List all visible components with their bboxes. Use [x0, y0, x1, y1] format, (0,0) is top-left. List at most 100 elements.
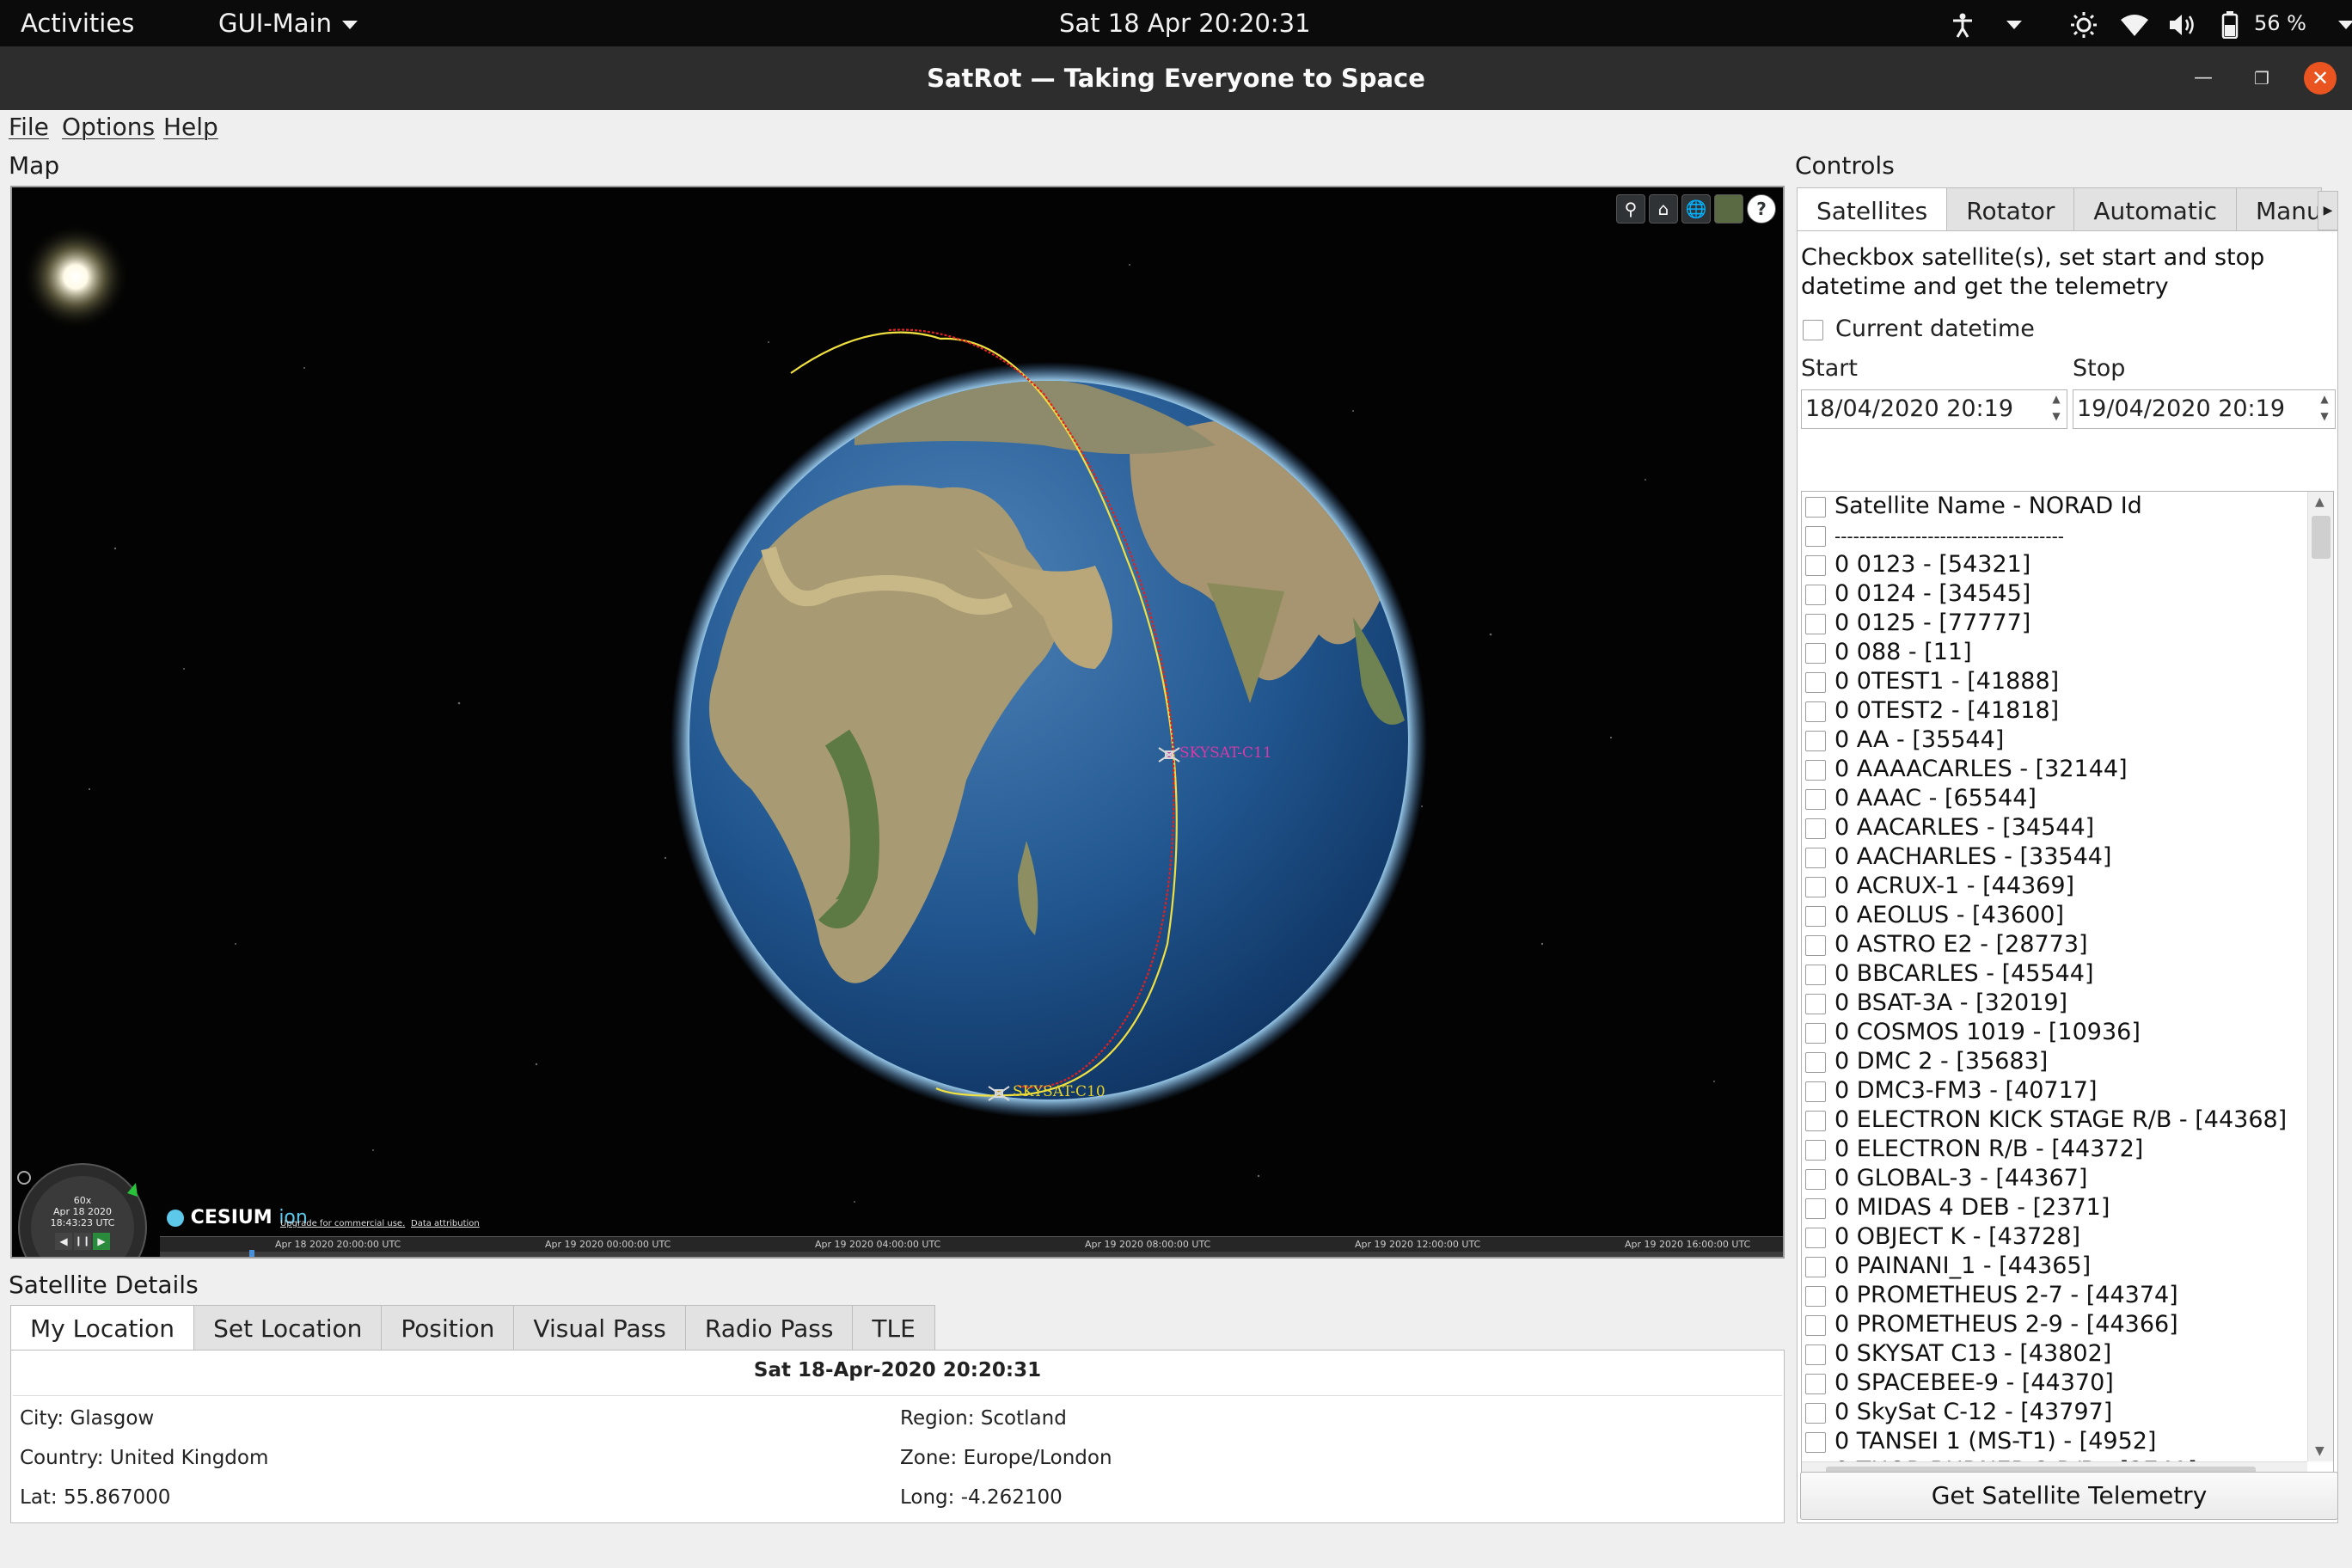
checkbox-box[interactable] — [1805, 905, 1826, 927]
list-item[interactable]: 0 PAINANI_1 - [44365] — [1805, 1252, 2091, 1281]
list-item[interactable]: 0 DMC 2 - [35683] — [1805, 1047, 2048, 1076]
checkbox-box[interactable] — [1805, 1081, 1826, 1102]
activities-button[interactable]: Activities — [21, 0, 134, 46]
get-satellite-telemetry-button[interactable]: Get Satellite Telemetry — [1800, 1472, 2338, 1520]
list-item[interactable]: 0 OBJECT K - [43728] — [1805, 1222, 2080, 1252]
checkbox-box[interactable] — [1805, 1168, 1826, 1190]
menu-file[interactable]: File — [9, 113, 49, 141]
maximize-icon[interactable]: ❐ — [2245, 62, 2278, 95]
checkbox-box[interactable] — [1805, 554, 1826, 576]
checkbox-box[interactable] — [1805, 1344, 1826, 1365]
checkbox-box[interactable] — [1805, 496, 1826, 518]
home-icon[interactable]: ⌂ — [1649, 194, 1678, 224]
checkbox-box[interactable] — [1805, 1402, 1826, 1424]
pause-icon[interactable]: ❙❙ — [74, 1233, 91, 1250]
list-item[interactable]: 0 SKYSAT C13 - [43802] — [1805, 1339, 2111, 1369]
wifi-icon[interactable] — [2120, 0, 2149, 46]
checkbox-box[interactable] — [1805, 584, 1826, 605]
checkbox-box[interactable] — [1805, 788, 1826, 810]
checkbox-box[interactable] — [1805, 847, 1826, 868]
checkbox-box[interactable] — [1805, 671, 1826, 693]
globe-scene[interactable] — [12, 187, 1785, 1259]
timeline-needle[interactable] — [249, 1250, 254, 1257]
spinner-arrows-icon[interactable]: ▲ ▼ — [2046, 390, 2067, 428]
checkbox-box[interactable] — [1805, 1110, 1826, 1131]
list-item[interactable]: 0 DMC3-FM3 - [40717] — [1805, 1076, 2098, 1106]
checkbox-box[interactable] — [1805, 818, 1826, 839]
list-item[interactable]: 0 COSMOS 1019 - [10936] — [1805, 1018, 2141, 1047]
checkbox-box[interactable] — [1805, 1431, 1826, 1453]
list-item[interactable]: 0 ACRUX-1 - [44369] — [1805, 872, 2074, 901]
checkbox-box[interactable] — [1805, 1051, 1826, 1073]
tab-rotator[interactable]: Rotator — [1946, 187, 2075, 234]
tab-set-location[interactable]: Set Location — [193, 1305, 383, 1351]
list-item[interactable]: 0 AEOLUS - [43600] — [1805, 901, 2064, 930]
checkbox-box[interactable] — [1805, 1197, 1826, 1219]
animation-widget[interactable]: 60x Apr 18 2020 18:43:23 UTC ◀ ❙❙ ▶ — [17, 1162, 148, 1257]
scroll-up-icon[interactable]: ▲ — [2315, 495, 2324, 509]
list-item[interactable]: 0 0125 - [77777] — [1805, 609, 2030, 638]
upgrade-link[interactable]: Upgrade for commercial use. — [280, 1219, 405, 1228]
checkbox-box[interactable] — [1805, 1139, 1826, 1161]
satellite-list[interactable]: Satellite Name - NORAD Id --------------… — [1801, 491, 2334, 1491]
minimize-icon[interactable]: — — [2187, 62, 2220, 95]
list-item[interactable]: 0 PROMETHEUS 2-9 - [44366] — [1805, 1310, 2178, 1339]
list-item[interactable]: 0 TANSEI 1 (MS-T1) - [4952] — [1805, 1427, 2156, 1456]
spinner-arrows-icon[interactable]: ▲ ▼ — [2314, 390, 2335, 428]
list-item[interactable]: 0 AACARLES - [34544] — [1805, 813, 2094, 842]
list-item[interactable]: 0 BSAT-3A - [32019] — [1805, 989, 2067, 1018]
checkbox-box[interactable] — [1805, 964, 1826, 985]
menu-help[interactable]: Help — [163, 113, 218, 141]
list-item[interactable]: 0 0123 - [54321] — [1805, 550, 2030, 579]
list-item[interactable]: 0 SkySat C-12 - [43797] — [1805, 1398, 2112, 1427]
rewind-icon[interactable]: ◀ — [55, 1233, 72, 1250]
list-item[interactable]: 0 088 - [11] — [1805, 638, 1972, 667]
checkbox-box[interactable] — [1805, 1314, 1826, 1336]
list-item[interactable]: 0 ELECTRON KICK STAGE R/B - [44368] — [1805, 1106, 2287, 1135]
list-item[interactable]: 0 0TEST2 - [41818] — [1805, 696, 2059, 726]
tab-satellites[interactable]: Satellites — [1797, 187, 1948, 234]
globe-icon[interactable]: 🌐 — [1681, 194, 1711, 224]
checkbox-box[interactable] — [1803, 319, 1823, 340]
imagery-icon[interactable] — [1714, 194, 1743, 224]
tab-automatic[interactable]: Automatic — [2073, 187, 2237, 234]
list-item[interactable]: 0 0TEST1 - [41888] — [1805, 667, 2059, 696]
system-menu-chevron-icon[interactable] — [2328, 0, 2352, 46]
list-item[interactable]: 0 SPACEBEE-9 - [44370] — [1805, 1369, 2114, 1398]
list-header[interactable]: Satellite Name - NORAD Id — [1805, 492, 2142, 521]
scroll-down-icon[interactable]: ▼ — [2315, 1444, 2324, 1458]
checkbox-box[interactable] — [1805, 701, 1826, 722]
cesium-map-viewer[interactable]: SKYSAT-C11 SKYSAT-C10 ⚲ ⌂ 🌐 ? 60x Apr 18… — [10, 186, 1785, 1259]
checkbox-box[interactable] — [1805, 1256, 1826, 1277]
stop-datetime-input[interactable]: 19/04/2020 20:19 ▲ ▼ — [2073, 389, 2336, 429]
checkbox-box[interactable] — [1805, 730, 1826, 751]
checkbox-box[interactable] — [1805, 759, 1826, 781]
window-title-bar[interactable]: SatRot — Taking Everyone to Space — ❐ ✕ — [0, 46, 2352, 110]
checkbox-box[interactable] — [1805, 1285, 1826, 1307]
vertical-scrollbar[interactable]: ▲ ▼ — [2307, 492, 2333, 1461]
checkbox-box[interactable] — [1805, 876, 1826, 897]
accessibility-icon[interactable] — [1951, 0, 1974, 46]
list-item[interactable]: 0 AAAC - [65544] — [1805, 784, 2037, 813]
clock-mode-icon[interactable] — [17, 1171, 31, 1185]
checkbox-box[interactable] — [1805, 1022, 1826, 1044]
app-menu-button[interactable]: GUI-Main — [218, 0, 358, 46]
checkbox-box[interactable] — [1805, 613, 1826, 634]
checkbox-box[interactable] — [1805, 993, 1826, 1014]
tab-radio-pass[interactable]: Radio Pass — [684, 1305, 854, 1351]
play-icon[interactable]: ▶ — [93, 1233, 110, 1250]
volume-icon[interactable] — [2168, 0, 2197, 46]
battery-percentage[interactable]: 56 % — [2254, 0, 2306, 46]
list-item[interactable]: 0 AAAACARLES - [32144] — [1805, 755, 2128, 784]
close-icon[interactable]: ✕ — [2304, 62, 2337, 95]
start-datetime-input[interactable]: 18/04/2020 20:19 ▲ ▼ — [1801, 389, 2067, 429]
data-attribution-link[interactable]: Data attribution — [411, 1219, 480, 1228]
clock[interactable]: Sat 18 Apr 20:20:31 — [1059, 0, 1311, 46]
help-icon[interactable]: ? — [1747, 194, 1776, 224]
checkbox-box[interactable] — [1805, 934, 1826, 956]
brightness-icon[interactable] — [2070, 0, 2098, 46]
tab-tle[interactable]: TLE — [852, 1305, 935, 1351]
list-item[interactable]: 0 BBCARLES - [45544] — [1805, 959, 2094, 989]
checkbox-box[interactable] — [1805, 525, 1826, 547]
current-datetime-checkbox[interactable]: Current datetime — [1803, 315, 2035, 342]
